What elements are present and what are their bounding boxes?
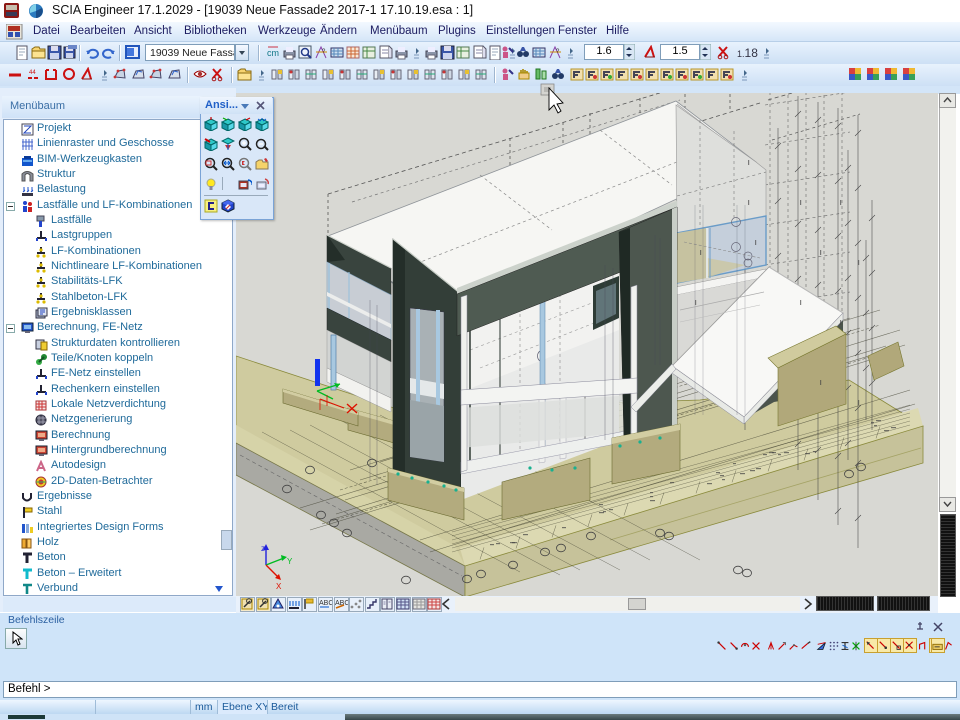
- svg-text:z: z: [261, 544, 265, 553]
- svg-text:X: X: [276, 582, 282, 591]
- svg-text:ABC: ABC: [319, 600, 332, 607]
- svg-text:cm: cm: [267, 48, 279, 58]
- svg-text:44: 44: [29, 70, 36, 76]
- svg-text:Y: Y: [287, 557, 293, 566]
